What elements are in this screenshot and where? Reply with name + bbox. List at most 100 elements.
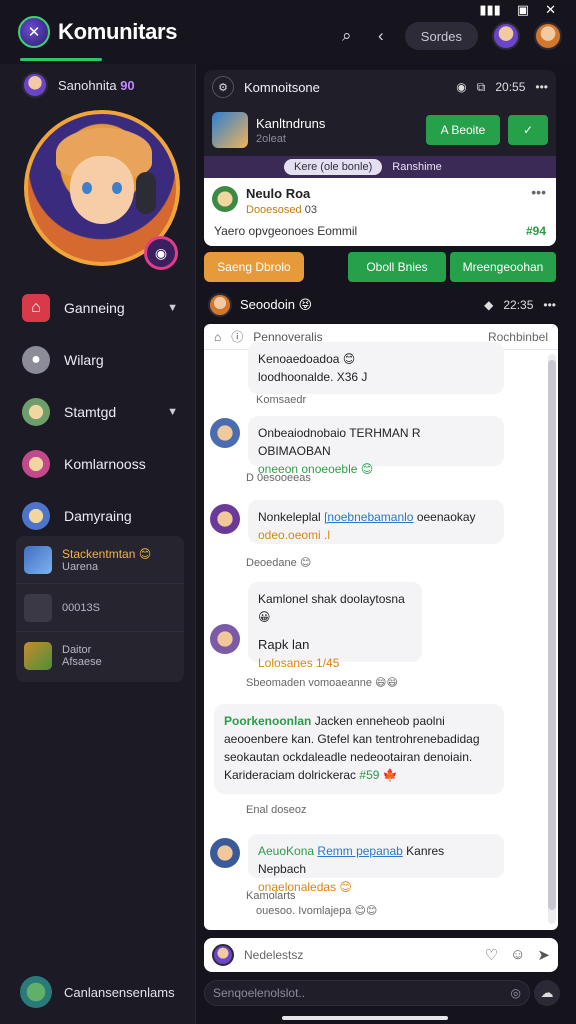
pin-icon[interactable]: ◆ bbox=[484, 298, 493, 312]
tab-active[interactable]: Kere (ole bonle) bbox=[284, 159, 383, 175]
message-bubble: Nonkeleplal [noebnebamanlo oeenaokay ode… bbox=[248, 500, 504, 544]
message-text: Kenoaedoadoa 😊 bbox=[258, 352, 356, 366]
sidebar-item-wilarg[interactable]: ● Wilarg bbox=[0, 334, 196, 386]
message-bubble: Kenoaedoadoa 😊 loodhoonalde. X36 J bbox=[248, 342, 504, 394]
header-actions: ◉ ⧉ 20:55 ••• bbox=[456, 80, 548, 95]
sidebar-item-stamtgd[interactable]: Stamtgd ▼ bbox=[0, 386, 196, 438]
sidebar-item-komlarnooss[interactable]: Komlarnooss bbox=[0, 438, 196, 490]
headset-icon bbox=[136, 172, 156, 214]
share-icon[interactable]: ⧉ bbox=[477, 80, 486, 95]
username-text: Sanohnita bbox=[58, 77, 117, 93]
heart-icon[interactable]: ♡ bbox=[485, 946, 498, 964]
notification-card[interactable]: Neulo Roa Dooesosed 03 ••• Yaero opvgeon… bbox=[204, 178, 556, 246]
mic-icon[interactable]: ◎ bbox=[511, 986, 521, 1000]
message-text: loodhoonalde. X36 J bbox=[258, 370, 368, 384]
search-icon[interactable]: ⌕ bbox=[337, 26, 357, 46]
more-icon[interactable]: ••• bbox=[531, 184, 546, 200]
cloud-icon[interactable]: ☁ bbox=[534, 980, 560, 1006]
avatar bbox=[22, 72, 48, 98]
user-level-badge: 90 bbox=[120, 77, 135, 93]
join-button[interactable]: A Beoite bbox=[426, 115, 500, 145]
notification-count: #94 bbox=[525, 224, 546, 238]
avatar-icon bbox=[22, 450, 50, 478]
home-icon[interactable]: ⌂ bbox=[214, 330, 221, 344]
message-text: aeooenbere kan. Gtefel kan tentrohreneba… bbox=[224, 732, 480, 746]
send-icon[interactable]: ➤ bbox=[537, 946, 550, 964]
tabs-bar: Kere (ole bonle) Ranshime bbox=[204, 156, 556, 178]
avatar bbox=[210, 418, 240, 448]
message-meta: Enal doseoz bbox=[246, 804, 307, 816]
avatar bbox=[208, 293, 232, 317]
message-meta: Sbeomaden vomoaeanne 😄😄 bbox=[246, 677, 398, 689]
message-text: Kamlonel shak doolaytosna 😀 bbox=[258, 592, 405, 624]
message-link[interactable]: Remm pepanab bbox=[317, 844, 402, 858]
profile-avatar[interactable] bbox=[534, 22, 562, 50]
conversation-title: Komnoitsone bbox=[244, 79, 320, 95]
emoji-icon[interactable]: ☺ bbox=[510, 946, 525, 964]
sidebar-card-item[interactable]: Stackentmtan 😊 Uarena bbox=[16, 536, 184, 584]
section-title: Seoodoin 😝 bbox=[240, 297, 313, 312]
game-thumbnail bbox=[212, 112, 248, 148]
info-icon[interactable]: ⓘ bbox=[231, 328, 243, 345]
message-meta: ouesoo. Ivomlajepa 😊😊 bbox=[256, 905, 378, 917]
card-subtitle: Uarena bbox=[62, 560, 99, 573]
message-text: Karideraciam dolrickerac bbox=[224, 768, 357, 782]
action-row: Saeng Dbrolo Oboll Bnies Mreengeoohan bbox=[204, 252, 556, 282]
action-button[interactable]: Oboll Bnies bbox=[348, 252, 446, 282]
card-title: Daitor bbox=[62, 644, 92, 656]
sidebar-item-label: Stamtgd bbox=[64, 404, 117, 420]
avatar bbox=[212, 186, 238, 212]
chevron-down-icon[interactable]: ▼ bbox=[167, 302, 178, 314]
composer-input[interactable]: Nedelestsz bbox=[244, 948, 303, 962]
sidebar-item-label: Ganneing bbox=[64, 300, 125, 316]
tab-other[interactable]: Ranshime bbox=[392, 161, 442, 173]
hero-eye bbox=[112, 182, 122, 194]
message-author: Rapk lan bbox=[258, 637, 310, 652]
avatar bbox=[210, 624, 240, 654]
search-placeholder: Senqoelenolslot.. bbox=[213, 986, 306, 1000]
chevron-down-icon[interactable]: ▼ bbox=[167, 406, 178, 418]
sidebar: Sanohnita 90 ◉ ⌂ Ganneing ▼ ● Wilarg Sta… bbox=[0, 64, 196, 1024]
sidebar-card-item[interactable]: 00013S bbox=[16, 584, 184, 632]
status-ring-icon[interactable]: ◉ bbox=[144, 236, 178, 270]
action-button[interactable]: Mreengeoohan bbox=[450, 252, 556, 282]
sidebar-footer[interactable]: Canlansensenlams bbox=[20, 976, 175, 1008]
user-avatar[interactable] bbox=[492, 22, 520, 50]
message-text: Onbeaiodnobaio TERHMAN R OBIMAOBAN bbox=[258, 426, 421, 458]
main-panel: ⚙ Komnoitsone ◉ ⧉ 20:55 ••• Kanltndruns … bbox=[200, 64, 576, 1024]
message-composer[interactable]: Nedelestsz ♡ ☺ ➤ bbox=[204, 938, 558, 972]
logo-icon: ✕ bbox=[18, 16, 50, 48]
section-time: 22:35 bbox=[503, 298, 534, 312]
home-icon: ⌂ bbox=[22, 294, 50, 322]
action-button-primary[interactable]: Saeng Dbrolo bbox=[204, 252, 304, 282]
top-pill-button[interactable]: Sordes bbox=[404, 22, 478, 50]
search-input[interactable]: Senqoelenolslot.. ◎ bbox=[204, 980, 530, 1006]
confirm-button[interactable]: ✓ bbox=[508, 115, 548, 145]
avatar-icon bbox=[22, 502, 50, 530]
message-text: Jacken enneheob paolni bbox=[314, 714, 445, 728]
scrollbar-thumb[interactable] bbox=[548, 360, 556, 910]
sidebar-item-damyraing[interactable]: Damyraing bbox=[0, 490, 196, 542]
back-icon[interactable]: ‹ bbox=[371, 26, 391, 46]
notification-sub-extra: 03 bbox=[304, 204, 317, 216]
game-row: Kanltndruns 2oleat A Beoite ✓ bbox=[204, 104, 556, 156]
more-icon[interactable]: ••• bbox=[543, 298, 556, 312]
sidebar-item-ganneing[interactable]: ⌂ Ganneing ▼ bbox=[0, 282, 196, 334]
message-meta: Komsaedr bbox=[256, 394, 307, 406]
battery-icon: ▣ bbox=[516, 2, 530, 17]
avatar-icon bbox=[22, 398, 50, 426]
message-subtext: odeo.oeomi .l bbox=[258, 528, 331, 542]
record-icon[interactable]: ◉ bbox=[456, 80, 466, 94]
app-logo[interactable]: ✕ Komunitars bbox=[18, 16, 178, 48]
message-author: Poorkenoonlan bbox=[224, 714, 312, 728]
more-icon[interactable]: ••• bbox=[535, 80, 548, 94]
card-title: Stackentmtan 😊 bbox=[62, 546, 152, 561]
card-title: 00013S bbox=[62, 601, 100, 614]
message-link[interactable]: [noebnebamanlo bbox=[324, 510, 413, 524]
sidebar-card-item[interactable]: Daitor Afsaese bbox=[16, 632, 184, 680]
sidebar-user[interactable]: Sanohnita 90 bbox=[22, 72, 135, 98]
chat-toolbar-right[interactable]: Rochbinbel bbox=[488, 330, 548, 344]
home-indicator[interactable] bbox=[282, 1016, 448, 1020]
settings-icon[interactable]: ⚙ bbox=[212, 76, 234, 98]
close-icon[interactable]: ✕ bbox=[545, 2, 556, 18]
